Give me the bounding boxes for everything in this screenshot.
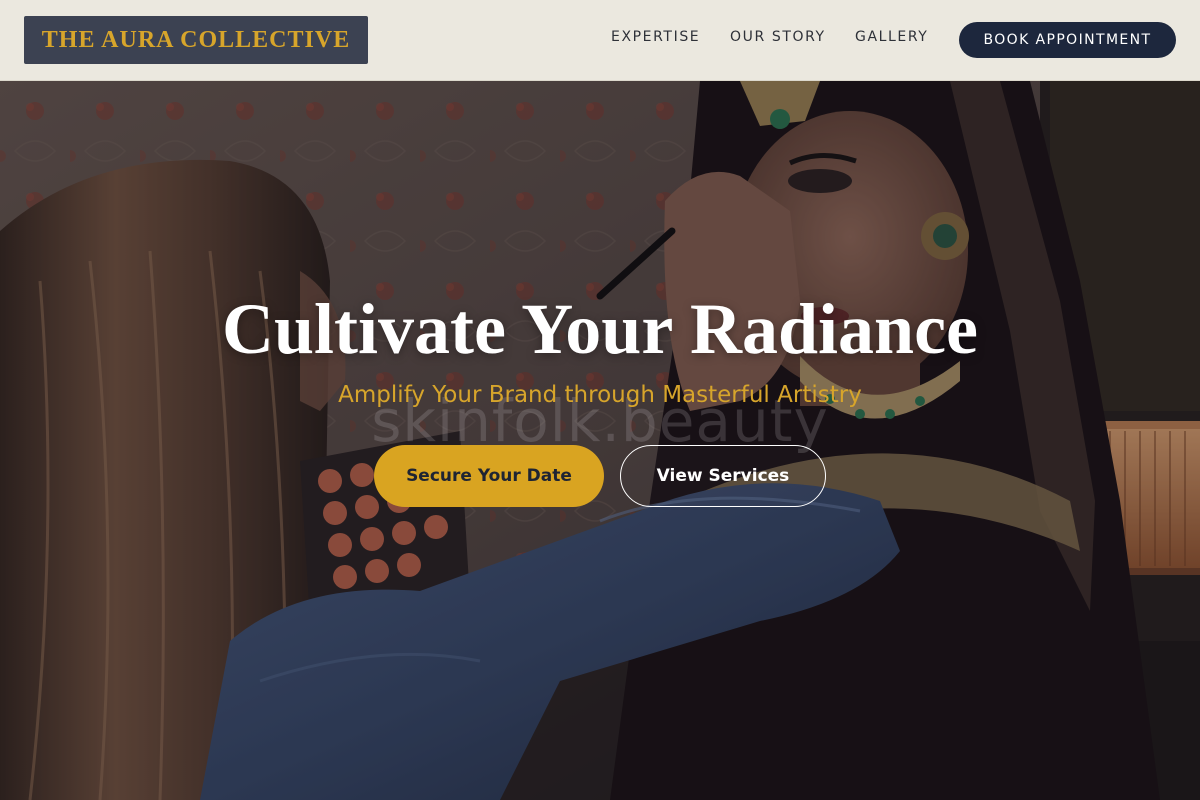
hero-section: Cultivate Your Radiance skinfolk.beauty …: [0, 81, 1200, 800]
book-appointment-button[interactable]: BOOK APPOINTMENT: [959, 22, 1176, 58]
nav-link-gallery[interactable]: GALLERY: [855, 29, 928, 45]
hero-title: Cultivate Your Radiance: [222, 289, 978, 369]
site-header: THE AURA COLLECTIVE EXPERTISE OUR STORY …: [0, 0, 1200, 81]
nav-link-our-story[interactable]: OUR STORY: [730, 29, 826, 45]
secure-your-date-button[interactable]: Secure Your Date: [374, 445, 604, 507]
view-services-button[interactable]: View Services: [620, 445, 826, 507]
nav-link-expertise[interactable]: EXPERTISE: [611, 29, 700, 45]
brand-logo[interactable]: THE AURA COLLECTIVE: [24, 16, 368, 64]
hero-subtitle: Amplify Your Brand through Masterful Art…: [338, 382, 862, 408]
